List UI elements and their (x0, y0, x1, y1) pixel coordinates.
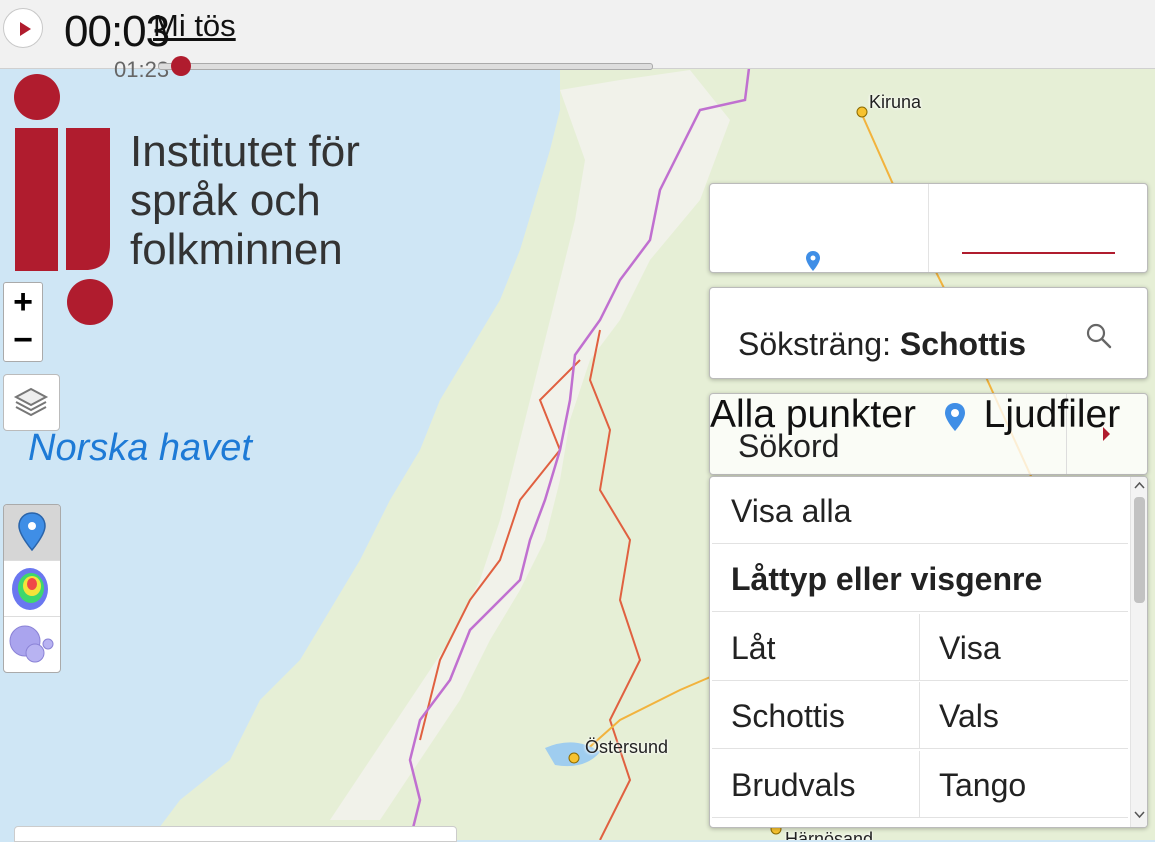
logo-bar-left (15, 128, 58, 271)
layers-icon (13, 387, 49, 417)
cluster-icon (9, 625, 54, 663)
list-item-label: Schottis (731, 698, 845, 734)
search-icon[interactable] (1085, 322, 1113, 350)
place-label-kiruna: Kiruna (869, 92, 922, 112)
list-item[interactable]: Tango (920, 751, 1128, 818)
zoom-out-button[interactable]: − (4, 321, 42, 359)
play-button[interactable] (3, 8, 43, 48)
pin-mode-button[interactable] (4, 505, 60, 561)
map-pin-icon (944, 402, 965, 431)
list-item[interactable]: Låt (712, 614, 920, 681)
scroll-down-icon[interactable] (1134, 811, 1145, 819)
show-all-label: Visa alla (731, 493, 852, 529)
zoom-in-button[interactable]: + (4, 283, 42, 321)
scroll-up-icon[interactable] (1134, 481, 1145, 489)
heatmap-icon (12, 568, 48, 610)
logo-line: språk och (130, 176, 321, 225)
section-header-label: Låttyp eller visgenre (731, 561, 1043, 597)
map-pin-icon (18, 512, 46, 552)
list-item[interactable]: Schottis (712, 682, 920, 749)
place-label-harnosand: Härnösand (785, 829, 874, 840)
legend-all-points: Alla punkter (710, 393, 916, 436)
progress-bar[interactable] (158, 56, 653, 76)
heatmap-mode-button[interactable] (4, 561, 60, 617)
logo-bar-right (66, 128, 110, 270)
search-string: Söksträng: Schottis (738, 326, 1026, 363)
logo-line: folkminnen (130, 225, 343, 274)
audio-player: 00:03 Mi tös 01:23 (0, 0, 1155, 82)
duration: 01:23 (114, 57, 170, 82)
track-title-link[interactable]: Mi tös (153, 8, 236, 44)
legend-audio-files: Ljudfiler (983, 393, 1121, 436)
list-item-label: Låt (731, 630, 776, 666)
zoom-control: + − (3, 282, 43, 362)
list-item[interactable]: Brudvals (712, 751, 920, 818)
logo-dot-top (14, 74, 60, 120)
logo-line: Institutet för (130, 127, 360, 176)
search-label: Söksträng: (738, 326, 891, 362)
list-item[interactable]: Vals (920, 682, 1128, 749)
logo-dot-bottom (67, 279, 113, 325)
layers-button[interactable] (3, 374, 60, 431)
place-label-ostersund: Östersund (585, 737, 669, 757)
list-item-label: Tango (939, 767, 1027, 803)
list-item-label: Visa (939, 630, 1001, 666)
cluster-mode-button[interactable] (4, 617, 60, 672)
search-panel[interactable]: Söksträng: Schottis (709, 287, 1148, 379)
tab-divider (928, 184, 929, 272)
map-mode-switcher (3, 504, 61, 673)
place-dot-kiruna (856, 106, 868, 118)
map-legend: Alla punkter Ljudfiler (710, 393, 1120, 437)
view-tabs-panel (709, 183, 1148, 273)
place-dot-ostersund (568, 752, 580, 764)
sea-label: Norska havet (28, 427, 252, 469)
search-value: Schottis (899, 326, 1027, 362)
map-pin-icon (806, 251, 820, 271)
show-all-item[interactable]: Visa alla (712, 477, 1128, 544)
progress-handle[interactable] (170, 56, 191, 76)
list-item-label: Brudvals (731, 767, 856, 803)
scrollbar-thumb[interactable] (1134, 497, 1145, 603)
keyword-list: Visa alla Låttyp eller visgenre Låt Visa… (709, 476, 1148, 828)
section-header: Låttyp eller visgenre (712, 545, 1128, 612)
active-tab-indicator (962, 252, 1115, 254)
list-scrollbar[interactable] (1130, 477, 1147, 827)
list-item-label: Vals (939, 698, 999, 734)
list-item[interactable]: Visa (920, 614, 1128, 681)
institute-logo-text: Institutet för språk och folkminnen (130, 127, 360, 274)
